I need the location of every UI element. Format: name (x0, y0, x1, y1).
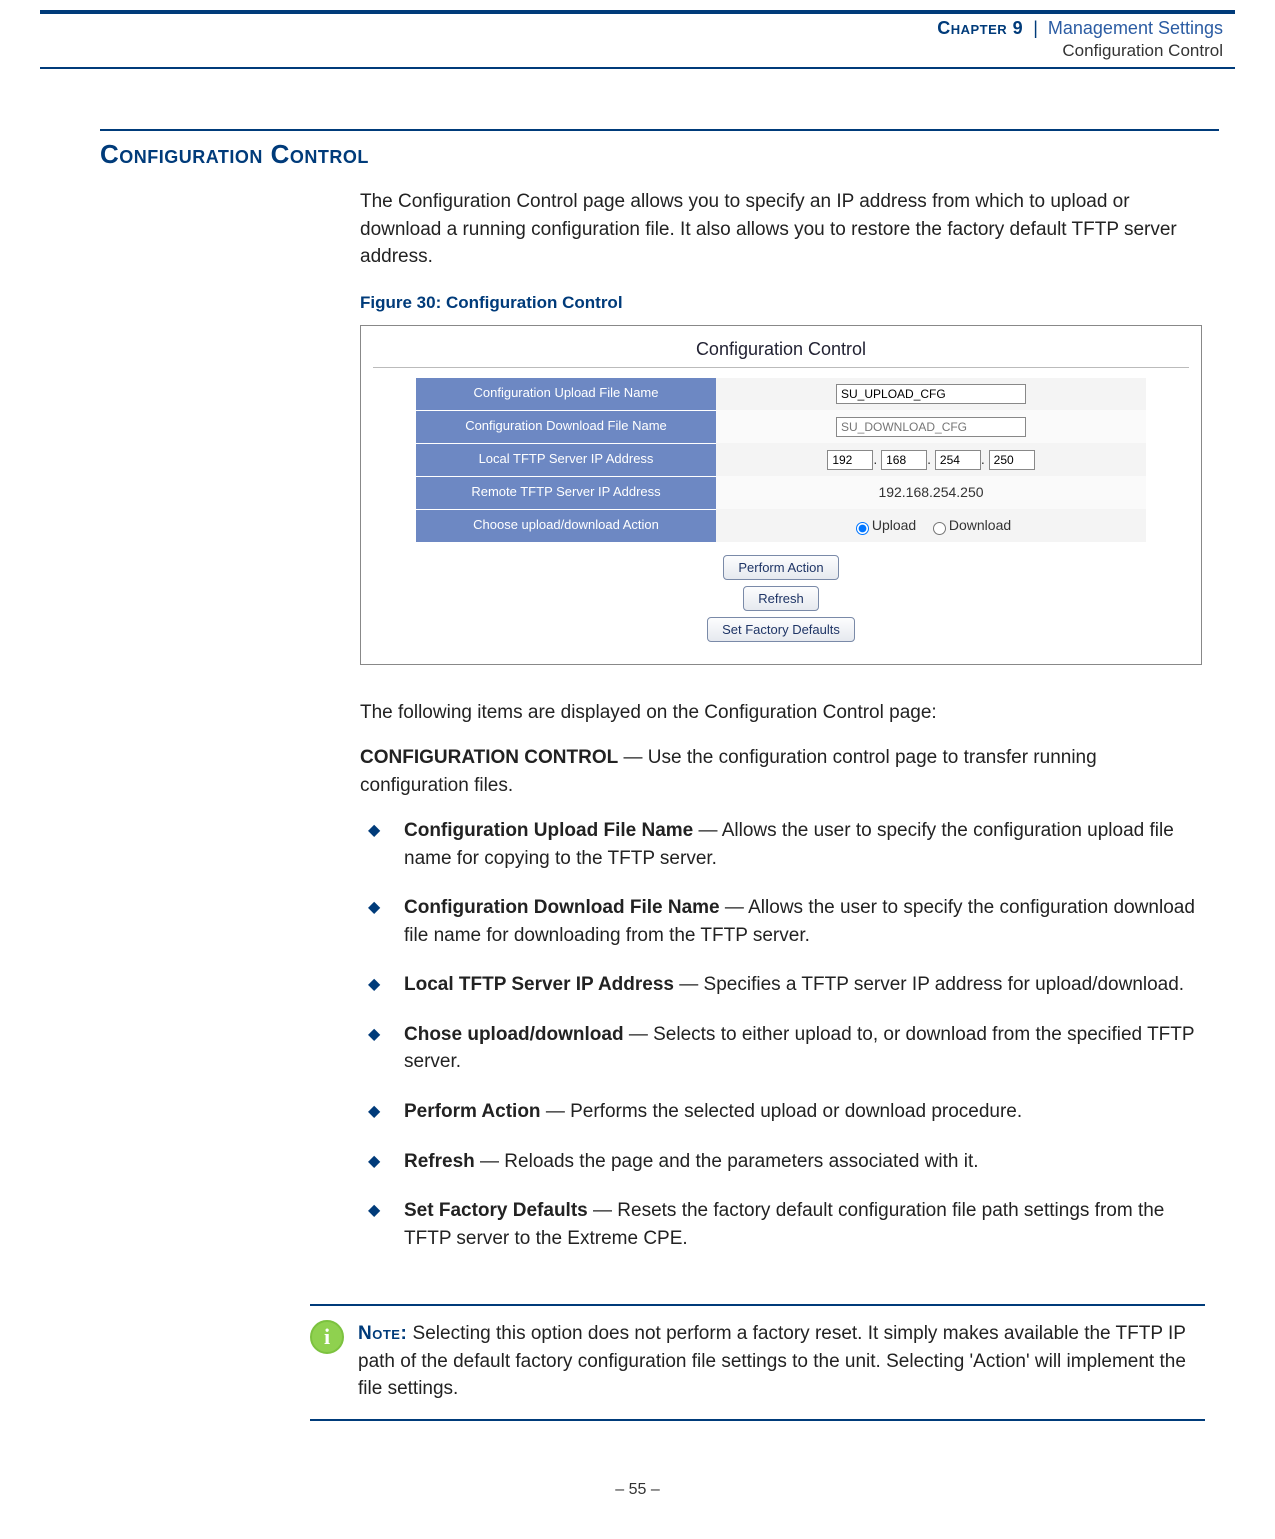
list-item: Configuration Download File Name — Allow… (368, 894, 1205, 971)
lead-sentence: The following items are displayed on the… (360, 699, 1205, 727)
label-choose-action: Choose upload/download Action (416, 509, 716, 542)
list-term: Chose upload/download (404, 1024, 624, 1045)
input-local-ip-oct4[interactable] (989, 450, 1035, 470)
dot-icon: . (873, 451, 877, 467)
list-rest: — Specifies a TFTP server IP address for… (674, 974, 1184, 995)
value-remote-tftp-ip: 192.168.254.250 (716, 476, 1146, 509)
list-rest: — Performs the selected upload or downlo… (541, 1101, 1023, 1122)
list-item: Perform Action — Performs the selected u… (368, 1098, 1205, 1148)
dot-icon: . (981, 451, 985, 467)
page-footer: – 55 – (0, 1481, 1275, 1499)
ui-divider (373, 367, 1189, 368)
input-local-ip-oct2[interactable] (881, 450, 927, 470)
list-term: Configuration Upload File Name (404, 820, 693, 841)
input-local-ip-oct1[interactable] (827, 450, 873, 470)
note-rule-bottom (310, 1419, 1205, 1421)
section-rule (100, 129, 1219, 131)
intro-paragraph: The Configuration Control page allows yo… (360, 188, 1205, 271)
figure-caption: Figure 30: Configuration Control (360, 291, 1205, 316)
note-lead: Note: (358, 1323, 407, 1344)
dot-icon: . (927, 451, 931, 467)
list-item: Refresh — Reloads the page and the param… (368, 1148, 1205, 1198)
list-term: Perform Action (404, 1101, 541, 1122)
chapter-number: Chapter 9 (937, 16, 1023, 41)
header-separator: | (1033, 16, 1038, 41)
list-item: Local TFTP Server IP Address — Specifies… (368, 971, 1205, 1021)
radio-download[interactable] (933, 522, 946, 535)
input-local-ip-oct3[interactable] (935, 450, 981, 470)
list-term: Configuration Download File Name (404, 897, 720, 918)
list-term: Local TFTP Server IP Address (404, 974, 674, 995)
label-download-file-name: Configuration Download File Name (416, 410, 716, 443)
radio-download-label: Download (949, 517, 1011, 533)
list-term: Set Factory Defaults (404, 1200, 588, 1221)
list-item: Configuration Upload File Name — Allows … (368, 817, 1205, 894)
label-upload-file-name: Configuration Upload File Name (416, 378, 716, 411)
config-control-ui: Configuration Control Configuration Uplo… (360, 325, 1202, 664)
note-text: Note: Selecting this option does not per… (358, 1320, 1205, 1403)
list-item: Chose upload/download — Selects to eithe… (368, 1021, 1205, 1098)
header-bottom-rule (40, 67, 1235, 69)
section-heading: Configuration Control (100, 139, 1275, 170)
chapter-title: Management Settings (1048, 16, 1223, 41)
list-rest: — Reloads the page and the parameters as… (475, 1151, 979, 1172)
running-header: Chapter 9 | Management Settings (0, 14, 1275, 41)
config-control-lead: CONFIGURATION CONTROL — Use the configur… (360, 744, 1205, 799)
perform-action-button[interactable]: Perform Action (723, 555, 838, 580)
label-local-tftp-ip: Local TFTP Server IP Address (416, 443, 716, 476)
ui-title: Configuration Control (367, 330, 1195, 366)
refresh-button[interactable]: Refresh (743, 586, 819, 611)
list-item: Set Factory Defaults — Resets the factor… (368, 1197, 1205, 1274)
input-download-file-name[interactable] (836, 417, 1026, 437)
set-factory-defaults-button[interactable]: Set Factory Defaults (707, 617, 855, 642)
list-term: Refresh (404, 1151, 475, 1172)
config-control-lead-term: CONFIGURATION CONTROL (360, 747, 618, 768)
note-rule-top (310, 1304, 1205, 1306)
radio-upload[interactable] (856, 522, 869, 535)
label-remote-tftp-ip: Remote TFTP Server IP Address (416, 476, 716, 509)
info-icon: i (310, 1320, 344, 1354)
note-body: Selecting this option does not perform a… (358, 1323, 1186, 1399)
radio-upload-label: Upload (872, 517, 916, 533)
input-upload-file-name[interactable] (836, 384, 1026, 404)
running-header-sub: Configuration Control (0, 41, 1275, 67)
field-descriptions-list: Configuration Upload File Name — Allows … (368, 817, 1205, 1274)
